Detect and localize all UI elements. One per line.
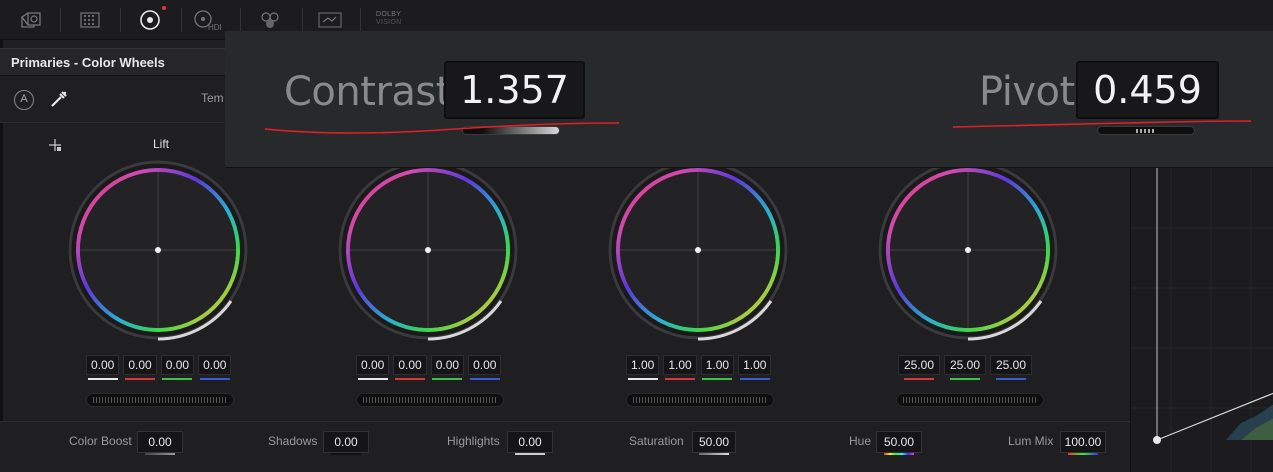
channel-line-r bbox=[904, 378, 934, 380]
gamma-master-wheel[interactable] bbox=[356, 393, 504, 407]
gain-y-value[interactable]: 1.00 bbox=[626, 355, 660, 375]
offset-r-value[interactable]: 25.00 bbox=[898, 355, 940, 375]
gain-r-value[interactable]: 1.00 bbox=[663, 355, 697, 375]
curve-control-point bbox=[1153, 436, 1161, 444]
white-balance-picker-icon[interactable] bbox=[48, 88, 70, 110]
annotation-underline-pivot bbox=[952, 120, 1252, 128]
color-page: HDR DOLBY VISION Primaries - Color Wheel… bbox=[0, 0, 1273, 472]
gain-wheel[interactable] bbox=[606, 158, 790, 342]
hue-label: Hue bbox=[849, 434, 872, 448]
color-wheels-icon[interactable] bbox=[130, 6, 170, 34]
hue-field[interactable]: 50.00 bbox=[876, 431, 922, 453]
hdr-wheels-icon[interactable]: HDR bbox=[186, 6, 226, 34]
saturation-slider[interactable] bbox=[699, 453, 729, 455]
lum-mix-label: Lum Mix bbox=[1008, 434, 1054, 448]
lift-r-value[interactable]: 0.00 bbox=[123, 355, 157, 375]
saturation-label: Saturation bbox=[629, 434, 684, 448]
offset-g-value[interactable]: 25.00 bbox=[944, 355, 986, 375]
curves-scope-panel bbox=[1130, 168, 1273, 472]
offset-b-value[interactable]: 25.00 bbox=[990, 355, 1032, 375]
gamma-y-value[interactable]: 0.00 bbox=[356, 355, 390, 375]
gamma-wheel[interactable] bbox=[336, 158, 520, 342]
active-indicator-dot bbox=[162, 6, 166, 10]
offset-values: 25.00 25.00 25.00 bbox=[898, 355, 1032, 380]
saturation-field[interactable]: 50.00 bbox=[692, 431, 736, 453]
gamma-values: 0.00 0.00 0.00 0.00 bbox=[356, 355, 502, 380]
toolbar-divider bbox=[360, 8, 361, 32]
color-boost-field[interactable]: 0.00 bbox=[137, 431, 183, 453]
toolbar-divider bbox=[120, 8, 121, 32]
rgb-mixer-icon[interactable] bbox=[250, 6, 290, 34]
lift-b-value[interactable]: 0.00 bbox=[198, 355, 232, 375]
gamma-r-value[interactable]: 0.00 bbox=[393, 355, 427, 375]
color-match-icon[interactable] bbox=[70, 6, 110, 34]
toolbar-divider bbox=[181, 8, 182, 32]
offset-master-wheel[interactable] bbox=[896, 393, 1044, 407]
channel-line-r bbox=[125, 378, 156, 380]
lift-wheel[interactable] bbox=[66, 158, 250, 342]
auto-balance-button[interactable]: A bbox=[14, 90, 34, 110]
lum-mix-field[interactable]: 100.00 bbox=[1060, 431, 1106, 453]
panel-title: Primaries - Color Wheels bbox=[0, 48, 225, 76]
channel-line-b bbox=[996, 378, 1026, 380]
channel-line-g bbox=[162, 378, 193, 380]
lift-label: Lift bbox=[153, 137, 170, 151]
crosshair-icon[interactable] bbox=[47, 137, 65, 155]
channel-line-b bbox=[739, 378, 770, 380]
channel-line-b bbox=[469, 378, 500, 380]
channel-line-g bbox=[950, 378, 980, 380]
motion-effects-icon[interactable] bbox=[310, 6, 350, 34]
gamma-g-value[interactable]: 0.00 bbox=[430, 355, 465, 375]
lift-values: 0.00 0.00 0.00 0.00 bbox=[86, 355, 232, 380]
curve-graph[interactable] bbox=[1131, 168, 1273, 472]
channel-line-r bbox=[395, 378, 426, 380]
temp-label: Tem bbox=[201, 91, 224, 105]
gamma-b-value[interactable]: 0.00 bbox=[468, 355, 502, 375]
toolbar-divider bbox=[60, 8, 61, 32]
lift-g-value[interactable]: 0.00 bbox=[160, 355, 195, 375]
toolbar-divider bbox=[302, 8, 303, 32]
annotation-underline-contrast bbox=[264, 122, 620, 134]
camera-raw-icon[interactable] bbox=[12, 6, 52, 34]
lift-y-value[interactable]: 0.00 bbox=[86, 355, 120, 375]
channel-line-b bbox=[199, 378, 230, 380]
channel-line-r bbox=[665, 378, 696, 380]
lum-mix-slider[interactable] bbox=[1068, 453, 1098, 455]
channel-line-y bbox=[627, 378, 658, 380]
channel-line-g bbox=[432, 378, 463, 380]
dolby-vision-button[interactable]: DOLBY VISION bbox=[376, 11, 402, 27]
channel-line-y bbox=[357, 378, 388, 380]
lift-master-wheel[interactable] bbox=[86, 393, 234, 407]
contrast-pivot-overlay: Contrast 1.357 Pivot 0.459 bbox=[225, 31, 1273, 168]
shadows-slider[interactable] bbox=[331, 453, 361, 455]
gain-values: 1.00 1.00 1.00 1.00 bbox=[626, 355, 772, 380]
red-annotation-strokes bbox=[264, 120, 1252, 134]
gain-b-value[interactable]: 1.00 bbox=[738, 355, 772, 375]
color-boost-slider[interactable] bbox=[145, 453, 175, 455]
gain-master-wheel[interactable] bbox=[626, 393, 774, 407]
hue-slider[interactable] bbox=[884, 453, 914, 455]
shadows-field[interactable]: 0.00 bbox=[323, 431, 369, 453]
gain-g-value[interactable]: 1.00 bbox=[700, 355, 735, 375]
hdr-label: HDR bbox=[208, 23, 221, 32]
dolby-label: DOLBY bbox=[376, 11, 402, 18]
offset-wheel[interactable] bbox=[876, 158, 1060, 342]
channel-line-y bbox=[87, 378, 118, 380]
vision-label: VISION bbox=[376, 19, 402, 26]
highlights-slider[interactable] bbox=[515, 453, 545, 455]
color-boost-label: Color Boost bbox=[69, 434, 132, 448]
channel-line-g bbox=[702, 378, 733, 380]
toolbar-divider bbox=[240, 8, 241, 32]
highlights-label: Highlights bbox=[447, 434, 500, 448]
highlights-field[interactable]: 0.00 bbox=[507, 431, 553, 453]
shadows-label: Shadows bbox=[268, 434, 318, 448]
